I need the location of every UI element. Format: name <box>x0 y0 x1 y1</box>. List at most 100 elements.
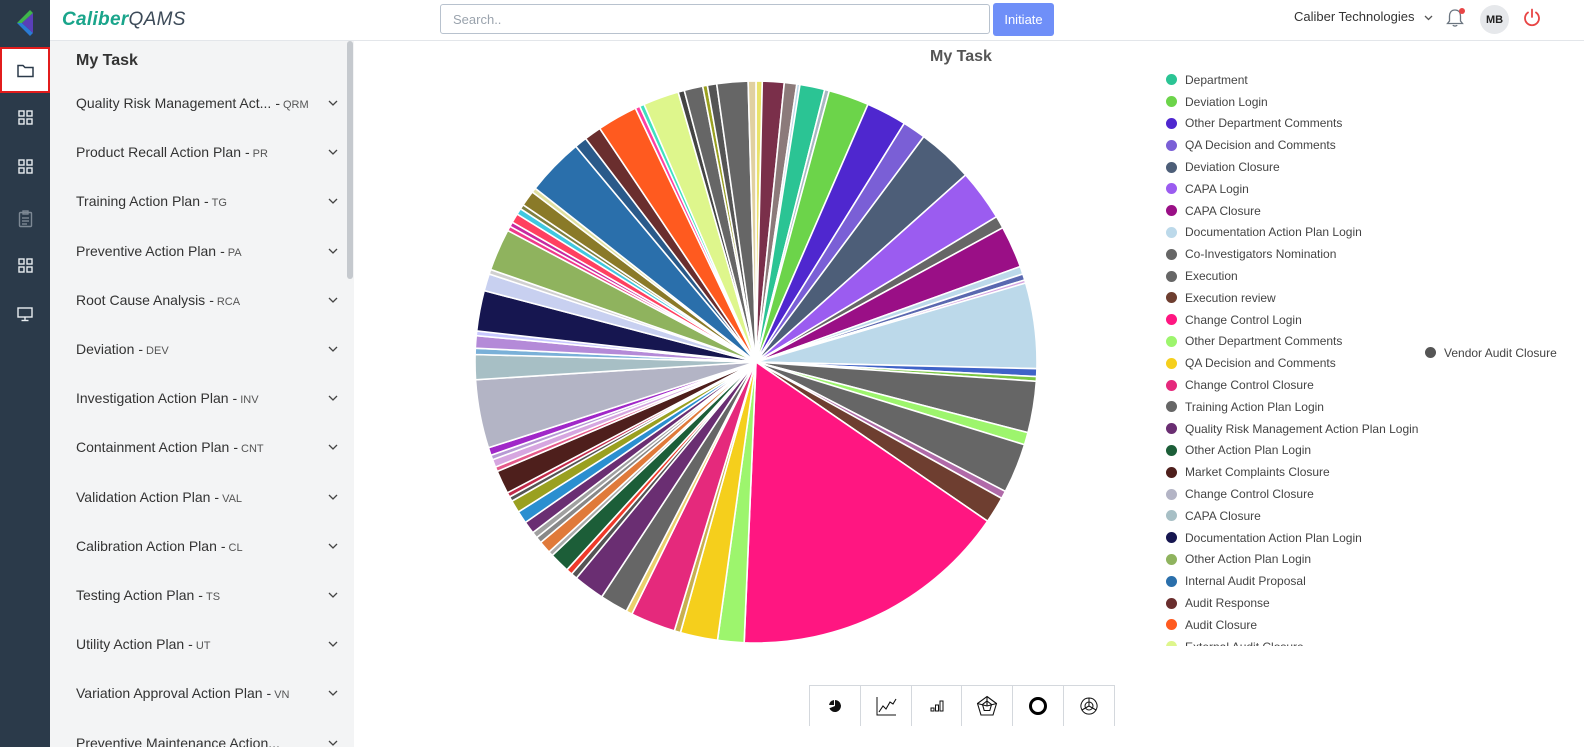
legend-swatch <box>1166 74 1177 86</box>
legend-label: Change Control Login <box>1185 312 1302 327</box>
scrollbar-track[interactable] <box>346 41 354 747</box>
legend-item[interactable]: QA Decision and Comments <box>1164 134 1424 156</box>
task-code: CNT <box>241 443 264 456</box>
legend-swatch <box>1166 532 1177 544</box>
legend-label: CAPA Login <box>1185 181 1249 196</box>
task-menu-item-label: Containment Action Plan - CNT <box>76 439 264 455</box>
task-code-separator: - <box>266 685 272 702</box>
task-code: RCA <box>216 295 241 308</box>
legend-item[interactable]: Internal Audit Proposal <box>1164 570 1424 592</box>
task-code: TG <box>211 197 227 210</box>
rail-grid-button-1[interactable] <box>0 94 50 140</box>
task-label-text: Product Recall Action Plan <box>76 144 241 161</box>
task-menu-item[interactable]: Root Cause Analysis - RCA <box>76 288 338 312</box>
search-input[interactable] <box>440 4 990 34</box>
rail-grid-button-3[interactable] <box>0 242 50 288</box>
chevron-down-icon <box>328 346 338 352</box>
task-label-text: Testing Action Plan <box>76 587 195 603</box>
legend-item[interactable]: Other Action Plan Login <box>1164 549 1424 571</box>
logout-button[interactable] <box>1522 8 1544 30</box>
initiate-button[interactable]: Initiate <box>993 3 1054 36</box>
legend-item[interactable]: Documentation Action Plan Login <box>1164 222 1424 244</box>
folder-icon <box>16 64 34 77</box>
legend-item[interactable]: Other Department Comments <box>1164 113 1424 135</box>
task-menu-item[interactable]: Utility Action Plan - UT <box>76 632 338 656</box>
task-menu-item[interactable]: Validation Action Plan - VAL <box>76 485 338 509</box>
chart-legend: Department Deviation Login Other Departmen… <box>1164 69 1424 646</box>
legend-swatch <box>1166 117 1177 129</box>
task-menu-item[interactable]: Deviation - DEV <box>76 337 338 361</box>
legend-label: Audit Closure <box>1185 617 1258 632</box>
legend-swatch <box>1166 335 1177 347</box>
task-menu-item[interactable]: Investigation Action Plan - INV <box>76 386 338 410</box>
legend-item[interactable]: Execution <box>1164 265 1424 287</box>
chevron-down-icon <box>328 395 338 402</box>
doughnut-chart-button[interactable] <box>1013 686 1065 726</box>
task-menu-item-label: Investigation Action Plan - INV <box>76 390 259 406</box>
legend-label: Deviation Closure <box>1185 160 1280 175</box>
legend-item[interactable]: Market Complaints Closure <box>1164 461 1424 483</box>
rail-clipboard-button[interactable] <box>0 196 50 242</box>
legend-swatch <box>1166 575 1177 587</box>
line-chart-button[interactable] <box>861 686 912 726</box>
task-menu-item[interactable]: Product Recall Action Plan - PR <box>76 140 338 164</box>
avatar[interactable]: MB <box>1480 5 1509 34</box>
legend-swatch <box>1166 357 1177 369</box>
rail-monitor-button[interactable] <box>0 291 50 337</box>
task-menu: My Task Quality Risk Management Act... - Q… <box>50 41 354 747</box>
task-menu-item[interactable]: Variation Approval Action Plan - VN <box>76 681 338 705</box>
legend-swatch <box>1166 205 1177 217</box>
legend-item[interactable]: Quality Risk Management Action Plan Logi… <box>1164 418 1424 440</box>
legend-swatch <box>1166 444 1177 456</box>
legend-item[interactable]: Change Control Closure <box>1164 374 1424 396</box>
legend-item[interactable]: Department <box>1164 69 1424 91</box>
legend-item[interactable]: Change Control Closure <box>1164 483 1424 505</box>
rail-folder-button[interactable] <box>0 47 50 93</box>
legend-item[interactable]: CAPA Login <box>1164 178 1424 200</box>
bar-chart-button[interactable] <box>912 686 963 726</box>
legend-item[interactable]: Other Department Comments <box>1164 331 1424 353</box>
legend-item[interactable]: Vendor Audit Closure <box>1423 342 1557 364</box>
task-menu-item[interactable]: Preventive Action Plan - PA <box>76 239 338 263</box>
legend-item[interactable]: Deviation Login <box>1164 91 1424 113</box>
icon-rail <box>0 0 50 747</box>
legend-item[interactable]: External Audit Closure <box>1164 636 1424 646</box>
notifications-button[interactable] <box>1446 8 1466 30</box>
legend-label: Documentation Action Plan Login <box>1185 225 1362 240</box>
legend-item[interactable]: QA Decision and Comments <box>1164 352 1424 374</box>
task-menu-item-label: Utility Action Plan - UT <box>76 636 211 652</box>
legend-item[interactable]: CAPA Closure <box>1164 505 1424 527</box>
scrollbar-thumb[interactable] <box>347 41 353 279</box>
legend-item[interactable]: Audit Closure <box>1164 614 1424 636</box>
legend-item[interactable]: Execution review <box>1164 287 1424 309</box>
task-menu-item[interactable]: Preventive Maintenance Action... <box>76 731 338 747</box>
polar-area-chart-button[interactable] <box>1064 686 1114 726</box>
legend-item[interactable]: Audit Response <box>1164 592 1424 614</box>
legend-item[interactable]: Change Control Login <box>1164 309 1424 331</box>
company-dropdown[interactable]: Caliber Technologies <box>1294 9 1433 24</box>
task-menu-item-label: Training Action Plan - TG <box>76 193 227 209</box>
legend-item[interactable]: Deviation Closure <box>1164 156 1424 178</box>
task-menu-item[interactable]: Training Action Plan - TG <box>76 189 338 213</box>
legend-item[interactable]: Training Action Plan Login <box>1164 396 1424 418</box>
legend-item[interactable]: Documentation Action Plan Login <box>1164 527 1424 549</box>
task-code-separator: - <box>275 95 280 111</box>
task-label-text: Utility Action Plan <box>76 636 185 653</box>
task-menu-item[interactable]: Testing Action Plan - TS <box>76 583 338 607</box>
chevron-down-icon <box>328 543 338 549</box>
radar-chart-button[interactable] <box>962 686 1014 726</box>
pie-chart-button[interactable] <box>810 686 861 726</box>
task-menu-item-label: Validation Action Plan - VAL <box>76 489 242 505</box>
legend-label: Documentation Action Plan Login <box>1185 530 1362 545</box>
task-menu-item[interactable]: Containment Action Plan - CNT <box>76 435 338 459</box>
legend-item[interactable]: CAPA Closure <box>1164 200 1424 222</box>
task-menu-item[interactable]: Quality Risk Management Act... - QRM <box>76 91 338 115</box>
chart-title: My Task <box>930 48 992 65</box>
legend-item[interactable]: Co-Investigators Nomination <box>1164 243 1424 265</box>
task-label-text: Preventive Action Plan <box>76 242 217 259</box>
legend-label: Market Complaints Closure <box>1185 465 1330 480</box>
task-code: VAL <box>222 492 243 505</box>
legend-item[interactable]: Other Action Plan Login <box>1164 440 1424 462</box>
task-menu-item[interactable]: Calibration Action Plan - CL <box>76 534 338 558</box>
rail-grid-button-2[interactable] <box>0 143 50 189</box>
